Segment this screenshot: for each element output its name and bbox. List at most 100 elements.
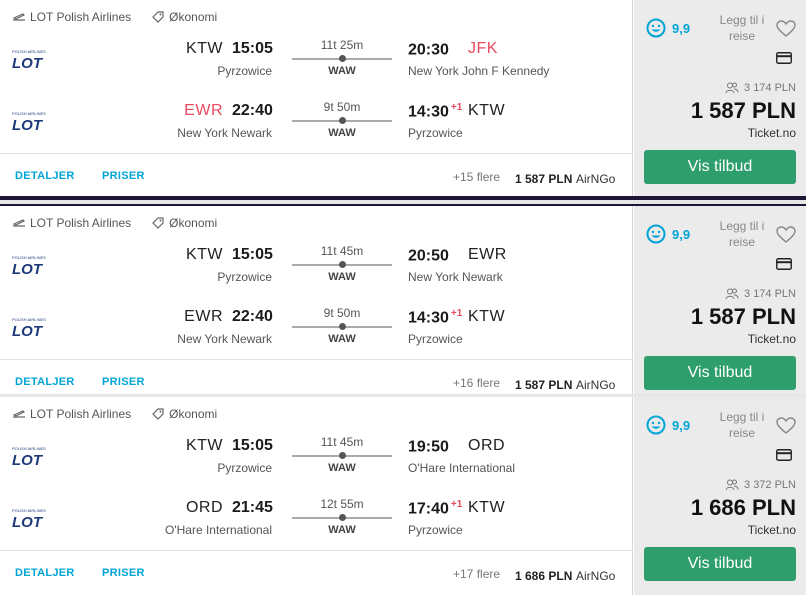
departure-code: KTW — [185, 246, 223, 263]
airline-name: LOT Polish Airlines — [30, 10, 132, 24]
plane-takeoff-icon — [12, 219, 26, 227]
arrival-time-value: 14:30 — [408, 309, 449, 327]
arrival-time: 20:30 — [408, 40, 451, 59]
stop-dot — [339, 514, 346, 521]
return-leg: ORD 21:45 O'Hare International 12t 55m W… — [0, 497, 633, 549]
more-offers-count[interactable]: +15 flere — [453, 170, 500, 184]
price: 1 587 PLN — [690, 98, 796, 123]
stop-airport: WAW — [328, 524, 356, 536]
details-link[interactable]: DETALJER — [15, 376, 75, 388]
outbound-leg: KTW 15:05 Pyrzowice 11t 25m WAW 20:30 JF… — [0, 38, 633, 90]
departure-airport: Pyrzowice — [217, 461, 272, 475]
add-to-trip-label[interactable]: Legg til i reise — [712, 12, 772, 44]
arrival-time: 19:50 — [408, 437, 451, 456]
group-price-value: 3 174 PLN — [744, 288, 796, 300]
arrival-time-value: 20:30 — [408, 41, 449, 59]
result-card: LOT Polish Airlines Økonomi POLISH AIRLI… — [0, 397, 806, 595]
group-price: 3 372 PLN — [725, 479, 796, 491]
alt-provider: AirNGo — [576, 172, 616, 186]
arrival-airport: New York Newark — [408, 270, 503, 284]
stop-dot — [339, 117, 346, 124]
more-offers-count[interactable]: +17 flere — [453, 567, 500, 581]
add-to-trip-label[interactable]: Legg til i reise — [712, 409, 772, 441]
credit-card-icon — [776, 258, 792, 270]
view-deal-button[interactable]: Vis tilbud — [644, 356, 796, 390]
view-deal-button[interactable]: Vis tilbud — [644, 150, 796, 184]
details-link[interactable]: DETALJER — [15, 567, 75, 579]
cabin-label: Økonomi — [169, 407, 218, 421]
stop-airport: WAW — [328, 271, 356, 283]
stop-airport: WAW — [328, 462, 356, 474]
arrival-time-value: 19:50 — [408, 438, 449, 456]
prices-link[interactable]: PRISER — [102, 170, 145, 182]
departure-airport: O'Hare International — [164, 523, 272, 537]
group-price-value: 3 174 PLN — [744, 82, 796, 94]
more-offers-count[interactable]: +16 flere — [453, 376, 500, 390]
cabin-class: Økonomi — [151, 407, 217, 421]
airline-name: LOT Polish Airlines — [30, 407, 132, 421]
provider: Ticket.no — [747, 332, 796, 346]
arrival-code: EWR — [468, 246, 507, 263]
arrival-time: 14:30 +1 — [408, 308, 462, 327]
airline-row: LOT Polish Airlines Økonomi — [12, 216, 217, 230]
smiley-icon — [646, 18, 666, 38]
stop-airport: WAW — [328, 127, 356, 139]
departure-time: 15:05 — [232, 40, 273, 57]
provider: Ticket.no — [747, 126, 796, 140]
group-price: 3 174 PLN — [725, 82, 796, 94]
people-icon — [725, 479, 739, 491]
cabin-label: Økonomi — [169, 216, 218, 230]
result-card: LOT Polish Airlines Økonomi POLISH AIRLI… — [0, 204, 806, 394]
price-panel: 9,9 Legg til i reise 3 174 PLN 1 587 PLN… — [634, 206, 806, 394]
departure-time: 22:40 — [232, 102, 273, 119]
group-price: 3 174 PLN — [725, 288, 796, 300]
day-offset: +1 — [450, 499, 463, 510]
arrival-airport: O'Hare International — [408, 461, 516, 475]
card-footer: DETALJER PRISER +15 flere 1 587 PLN AirN… — [0, 153, 633, 196]
stop-dot — [339, 55, 346, 62]
alt-price: 1 587 PLN — [515, 172, 573, 186]
arrival-time: 14:30 +1 — [408, 102, 462, 121]
departure-airport: New York Newark — [177, 126, 272, 140]
group-price-value: 3 372 PLN — [744, 479, 796, 491]
provider: Ticket.no — [747, 523, 796, 537]
score-badge: 9,9 — [646, 18, 690, 38]
arrival-code: KTW — [468, 308, 506, 325]
flight-duration: 9t 50m — [323, 100, 361, 114]
arrival-code: ORD — [468, 437, 506, 454]
prices-link[interactable]: PRISER — [102, 376, 145, 388]
flight-duration: 9t 50m — [323, 306, 361, 320]
day-offset: +1 — [450, 308, 463, 319]
people-icon — [725, 82, 739, 94]
smiley-icon — [646, 224, 666, 244]
itinerary-panel: LOT Polish Airlines Økonomi POLISH AIRLI… — [0, 397, 633, 595]
departure-time: 21:45 — [232, 499, 273, 516]
departure-time: 15:05 — [232, 437, 273, 454]
departure-code: EWR — [184, 308, 223, 325]
card-footer: DETALJER PRISER +16 flere 1 587 PLN AirN… — [0, 359, 633, 394]
departure-airport: Pyrzowice — [217, 270, 272, 284]
departure-time: 15:05 — [232, 246, 273, 263]
price-panel: 9,9 Legg til i reise 3 372 PLN 1 686 PLN… — [634, 397, 806, 595]
card-footer: DETALJER PRISER +17 flere 1 686 PLN AirN… — [0, 550, 633, 594]
return-leg: EWR 22:40 New York Newark 9t 50m WAW 14:… — [0, 100, 633, 152]
heart-icon[interactable] — [776, 226, 796, 244]
heart-icon[interactable] — [776, 20, 796, 38]
view-deal-button[interactable]: Vis tilbud — [644, 547, 796, 581]
prices-link[interactable]: PRISER — [102, 567, 145, 579]
details-link[interactable]: DETALJER — [15, 170, 75, 182]
outbound-leg: KTW 15:05 Pyrzowice 11t 45m WAW 19:50 OR… — [0, 435, 633, 487]
result-card: LOT Polish Airlines Økonomi POLISH AIRLI… — [0, 0, 806, 200]
alt-price: 1 587 PLN — [515, 378, 573, 392]
itinerary-panel: LOT Polish Airlines Økonomi POLISH AIRLI… — [0, 206, 633, 394]
alt-provider: AirNGo — [576, 569, 616, 583]
heart-icon[interactable] — [776, 417, 796, 435]
score-badge: 9,9 — [646, 224, 690, 244]
arrival-code: KTW — [468, 102, 506, 119]
return-leg: EWR 22:40 New York Newark 9t 50m WAW 14:… — [0, 306, 633, 358]
airline-name: LOT Polish Airlines — [30, 216, 132, 230]
departure-code: ORD — [185, 499, 223, 516]
add-to-trip-label[interactable]: Legg til i reise — [712, 218, 772, 250]
departure-code: KTW — [185, 437, 223, 454]
credit-card-icon — [776, 449, 792, 461]
